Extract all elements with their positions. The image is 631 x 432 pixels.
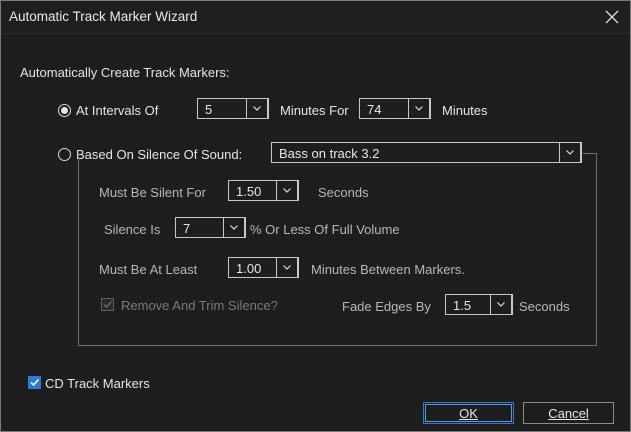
at-least-value: 1.00 bbox=[236, 261, 262, 276]
ok-button[interactable]: OK bbox=[423, 402, 514, 424]
interval-dropdown-button[interactable] bbox=[246, 98, 268, 119]
minutes-label: Minutes bbox=[442, 103, 488, 118]
cancel-button-label: Cancel bbox=[548, 405, 589, 421]
interval-combo[interactable]: 5 bbox=[197, 98, 269, 119]
seconds-label: Seconds bbox=[318, 185, 369, 200]
fade-dropdown-button[interactable] bbox=[490, 294, 512, 315]
window-title: Automatic Track Marker Wizard bbox=[9, 9, 198, 24]
fade-value: 1.5 bbox=[453, 298, 472, 313]
cd-markers-label[interactable]: CD Track Markers bbox=[45, 376, 150, 391]
chevron-down-icon bbox=[283, 265, 291, 270]
percent-label: % Or Less Of Full Volume bbox=[250, 222, 400, 237]
title-bar: Automatic Track Marker Wizard bbox=[1, 1, 630, 34]
remove-trim-label: Remove And Trim Silence? bbox=[121, 298, 278, 313]
intervals-label[interactable]: At Intervals Of bbox=[76, 103, 158, 118]
ok-button-label: OK bbox=[459, 405, 478, 421]
silence-options-frame bbox=[78, 153, 597, 346]
chevron-down-icon bbox=[497, 302, 505, 307]
fade-seconds-label: Seconds bbox=[519, 299, 570, 314]
silent-duration-combo[interactable]: 1.50 bbox=[228, 180, 299, 201]
chevron-down-icon bbox=[415, 106, 423, 111]
silence-is-label: Silence Is bbox=[104, 222, 161, 237]
cancel-button[interactable]: Cancel bbox=[523, 402, 614, 424]
remove-trim-checkbox[interactable] bbox=[101, 298, 114, 311]
intervals-radio[interactable] bbox=[58, 104, 71, 117]
at-least-label: Must Be At Least bbox=[99, 262, 198, 277]
total-dropdown-button[interactable] bbox=[408, 98, 430, 119]
silence-level-dropdown-button[interactable] bbox=[223, 217, 245, 238]
frame-top-edge bbox=[583, 153, 597, 154]
group-label: Automatically Create Track Markers: bbox=[20, 65, 230, 80]
total-value: 74 bbox=[367, 102, 382, 117]
at-least-combo[interactable]: 1.00 bbox=[228, 257, 299, 278]
silent-duration-dropdown-button[interactable] bbox=[276, 180, 298, 201]
silence-level-value: 7 bbox=[183, 221, 191, 236]
fade-edges-label: Fade Edges By bbox=[342, 299, 431, 314]
cd-markers-checkbox[interactable] bbox=[28, 376, 41, 389]
interval-value: 5 bbox=[205, 102, 213, 117]
between-markers-label: Minutes Between Markers. bbox=[311, 262, 465, 277]
must-be-silent-label: Must Be Silent For bbox=[99, 185, 206, 200]
chevron-down-icon bbox=[253, 106, 261, 111]
silence-radio[interactable] bbox=[58, 148, 71, 161]
silent-duration-value: 1.50 bbox=[236, 184, 262, 199]
checkmark-icon bbox=[103, 301, 113, 309]
silence-level-combo[interactable]: 7 bbox=[175, 217, 246, 238]
close-icon bbox=[605, 10, 619, 24]
wizard-dialog: Automatic Track Marker Wizard Automatica… bbox=[0, 0, 631, 432]
at-least-dropdown-button[interactable] bbox=[276, 257, 298, 278]
fade-combo[interactable]: 1.5 bbox=[445, 294, 513, 315]
chevron-down-icon bbox=[230, 225, 238, 230]
total-combo[interactable]: 74 bbox=[359, 98, 431, 119]
checkmark-icon bbox=[30, 378, 40, 387]
minutes-for-label: Minutes For bbox=[280, 103, 349, 118]
chevron-down-icon bbox=[283, 188, 291, 193]
close-button[interactable] bbox=[594, 1, 630, 33]
